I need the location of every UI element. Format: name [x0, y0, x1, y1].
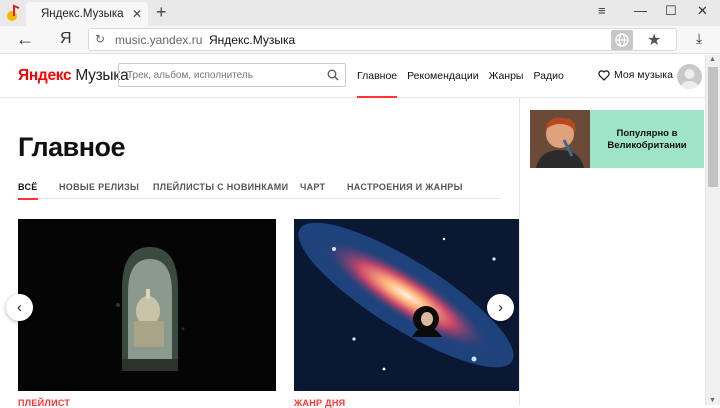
genre-card-label: ЖАНР ДНЯ [294, 398, 346, 408]
site-header: Яндекс Музыка Главное Рекомендации Жанры… [0, 55, 705, 98]
subtab-moods-genres[interactable]: НАСТРОЕНИЯ И ЖАНРЫ [347, 182, 463, 192]
yandex-music-logo[interactable]: Яндекс Музыка [18, 67, 129, 85]
carousel-next-button[interactable]: › [487, 294, 514, 321]
page-scrollbar[interactable]: ▲ ▼ [705, 55, 720, 405]
globe-icon[interactable] [611, 30, 633, 50]
promo-text: Популярно в Великобритании [607, 128, 687, 151]
carousel-prev-button[interactable]: ‹ [6, 294, 33, 321]
user-avatar-icon [680, 69, 699, 89]
chevron-right-icon: › [498, 299, 503, 316]
subtab-new-playlists[interactable]: ПЛЕЙЛИСТЫ С НОВИНКАМИ [153, 182, 288, 192]
address-domain: music.yandex.ru [115, 33, 203, 47]
nav-recommendations[interactable]: Рекомендации [407, 55, 479, 98]
nav-genres[interactable]: Жанры [489, 55, 524, 98]
new-tab-button[interactable]: + [156, 2, 167, 22]
subtab-all[interactable]: ВСЁ [18, 182, 38, 200]
search-box [118, 63, 346, 87]
address-page-title: Яндекс.Музыка [209, 33, 296, 47]
browser-toolbar: ← Я ↻ music.yandex.ru Яндекс.Музыка ★ ⤓ [0, 26, 720, 54]
browser-tab[interactable]: Яндекс.Музыка ✕ [26, 2, 148, 26]
tab-close-icon[interactable]: ✕ [132, 7, 142, 21]
maximize-button[interactable]: ☐ [665, 3, 677, 19]
chevron-left-icon: ‹ [17, 299, 22, 316]
main-nav: Главное Рекомендации Жанры Радио [357, 55, 564, 98]
downloads-icon[interactable]: ⤓ [696, 30, 702, 47]
page-title: Главное [18, 132, 126, 162]
my-music-link[interactable]: Моя музыка [598, 69, 673, 81]
nav-main[interactable]: Главное [357, 55, 398, 98]
sidebar-divider [519, 98, 520, 405]
scroll-down-icon[interactable]: ▼ [709, 397, 716, 404]
scrollbar-thumb[interactable] [708, 67, 718, 187]
scroll-up-icon[interactable]: ▲ [709, 56, 716, 63]
subtab-chart[interactable]: ЧАРТ [300, 182, 325, 192]
subtab-new-releases[interactable]: НОВЫЕ РЕЛИЗЫ [59, 182, 139, 192]
back-button[interactable]: ← [16, 29, 34, 50]
yandex-home-button[interactable]: Я [60, 30, 72, 48]
playlist-cover-image [18, 219, 276, 391]
yandex-music-app-icon [7, 4, 20, 21]
search-input[interactable] [127, 67, 322, 83]
avatar[interactable] [677, 64, 702, 89]
my-music-label: Моя музыка [614, 69, 673, 81]
minimize-button[interactable]: — [634, 3, 647, 18]
reload-icon[interactable]: ↻ [95, 32, 105, 46]
artist-photo [530, 110, 590, 168]
address-bar[interactable]: ↻ music.yandex.ru Яндекс.Музыка ★ [88, 28, 677, 51]
browser-menu-button[interactable]: ≡ [598, 3, 606, 18]
playlist-card-label: ПЛЕЙЛИСТ [18, 398, 71, 408]
nav-radio[interactable]: Радио [533, 55, 563, 98]
bookmark-star-icon[interactable]: ★ [647, 30, 661, 50]
search-icon[interactable] [327, 69, 339, 81]
promo-banner[interactable]: Популярно в Великобритании [530, 110, 704, 168]
browser-tab-bar: Яндекс.Музыка ✕ + ≡ — ☐ ✕ [0, 0, 720, 26]
playlist-card[interactable] [18, 219, 276, 391]
heart-icon [598, 69, 610, 81]
tab-title: Яндекс.Музыка [41, 8, 124, 20]
content-subtabs: ВСЁ НОВЫЕ РЕЛИЗЫ ПЛЕЙЛИСТЫ С НОВИНКАМИ Ч… [18, 180, 500, 200]
close-window-button[interactable]: ✕ [697, 3, 708, 19]
